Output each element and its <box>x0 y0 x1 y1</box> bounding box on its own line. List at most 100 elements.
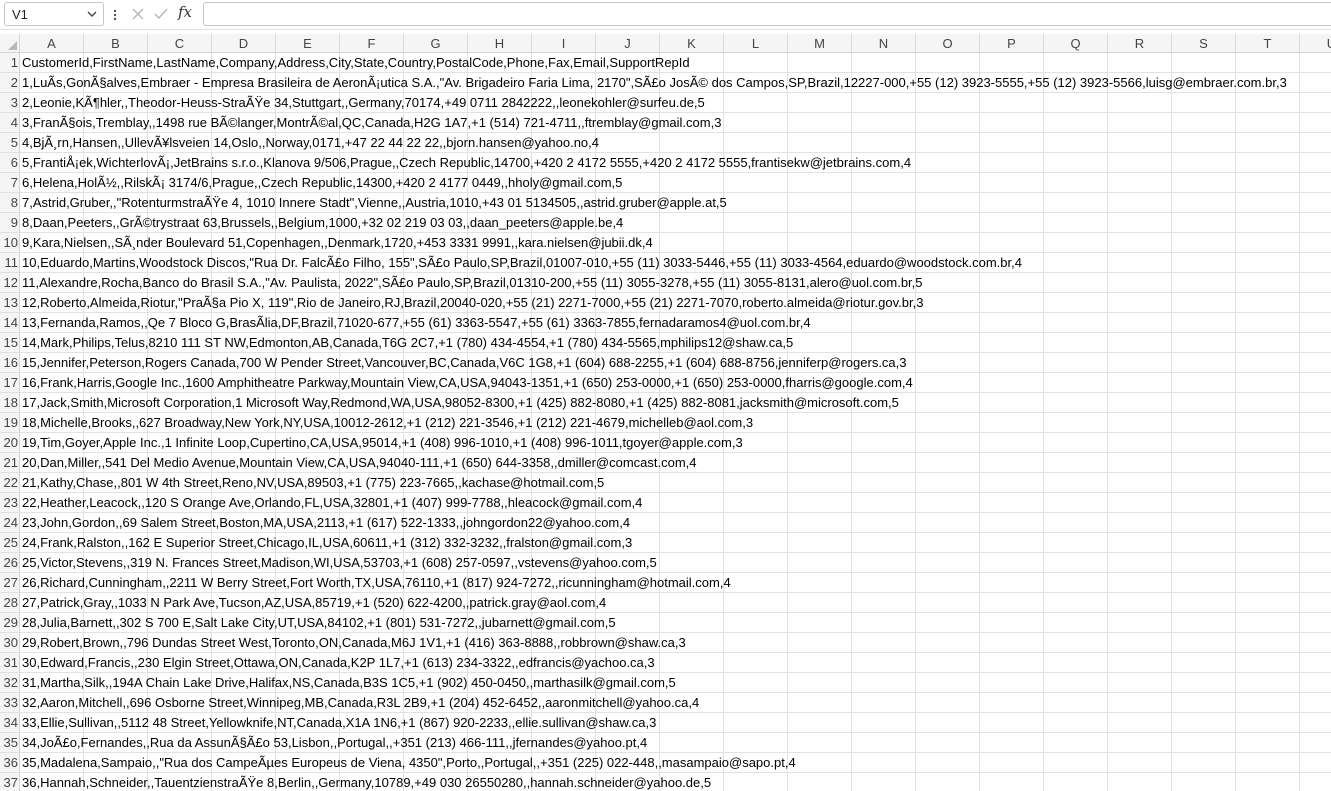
cell-a-row[interactable]: 19,Tim,Goyer,Apple Inc.,1 Infinite Loop,… <box>20 433 743 453</box>
row-header[interactable]: 28 <box>0 593 20 613</box>
row-header[interactable]: 14 <box>0 313 20 333</box>
cell-a-row[interactable]: 14,Mark,Philips,Telus,8210 111 ST NW,Edm… <box>20 333 793 353</box>
column-header-d[interactable]: D <box>212 34 276 53</box>
cell-a-row[interactable]: 18,Michelle,Brooks,,627 Broadway,New Yor… <box>20 413 753 433</box>
cell-a-row[interactable]: 31,Martha,Silk,,194A Chain Lake Drive,Ha… <box>20 673 676 693</box>
column-header-n[interactable]: N <box>852 34 916 53</box>
column-header-g[interactable]: G <box>404 34 468 53</box>
row-header[interactable]: 30 <box>0 633 20 653</box>
cell-a-row[interactable]: 20,Dan,Miller,,541 Del Medio Avenue,Moun… <box>20 453 697 473</box>
cell-a-row[interactable]: 13,Fernanda,Ramos,,Qe 7 Bloco G,BrasÃ­li… <box>20 313 811 333</box>
row-header[interactable]: 20 <box>0 433 20 453</box>
cell-a-row[interactable]: 3,FranÃ§ois,Tremblay,,1498 rue BÃ©langer… <box>20 113 721 133</box>
row-header[interactable]: 22 <box>0 473 20 493</box>
cell-a-row[interactable]: 7,Astrid,Gruber,,"RotenturmstraÃŸe 4, 10… <box>20 193 727 213</box>
row-header[interactable]: 32 <box>0 673 20 693</box>
cell-a-row[interactable]: 11,Alexandre,Rocha,Banco do Brasil S.A.,… <box>20 273 923 293</box>
row-header[interactable]: 4 <box>0 113 20 133</box>
cell-a-row[interactable]: 16,Frank,Harris,Google Inc.,1600 Amphith… <box>20 373 913 393</box>
chevron-down-icon[interactable] <box>85 7 99 21</box>
row-header[interactable]: 29 <box>0 613 20 633</box>
row-header[interactable]: 2 <box>0 73 20 93</box>
column-header-k[interactable]: K <box>660 34 724 53</box>
row-header[interactable]: 1 <box>0 53 20 73</box>
cell-a-row[interactable]: 27,Patrick,Gray,,1033 N Park Ave,Tucson,… <box>20 593 606 613</box>
cell-a-row[interactable]: 25,Victor,Stevens,,319 N. Frances Street… <box>20 553 657 573</box>
cell-a-row[interactable]: 36,Hannah,Schneider,,TauentzienstraÃŸe 8… <box>20 773 711 791</box>
row-header[interactable]: 24 <box>0 513 20 533</box>
column-header-a[interactable]: A <box>20 34 84 53</box>
cell-a-row[interactable]: 32,Aaron,Mitchell,,696 Osborne Street,Wi… <box>20 693 699 713</box>
cell-a-row[interactable]: 17,Jack,Smith,Microsoft Corporation,1 Mi… <box>20 393 899 413</box>
row-header[interactable]: 36 <box>0 753 20 773</box>
select-all-button[interactable] <box>0 34 20 53</box>
column-header-u[interactable]: U <box>1300 34 1331 53</box>
cell-a-row[interactable]: 22,Heather,Leacock,,120 S Orange Ave,Orl… <box>20 493 642 513</box>
cell-a-row[interactable]: 1,LuÃ­s,GonÃ§alves,Embraer - Empresa Bra… <box>20 73 1287 93</box>
row-header[interactable]: 27 <box>0 573 20 593</box>
cell-a-row[interactable]: 2,Leonie,KÃ¶hler,,Theodor-Heuss-StraÃŸe … <box>20 93 705 113</box>
column-header-o[interactable]: O <box>916 34 980 53</box>
cell-a-row[interactable]: CustomerId,FirstName,LastName,Company,Ad… <box>20 53 690 73</box>
column-header-p[interactable]: P <box>980 34 1044 53</box>
row-header[interactable]: 11 <box>0 253 20 273</box>
cell-a-row[interactable]: 15,Jennifer,Peterson,Rogers Canada,700 W… <box>20 353 907 373</box>
more-options-icon[interactable] <box>109 6 121 24</box>
column-header-q[interactable]: Q <box>1044 34 1108 53</box>
row-header[interactable]: 13 <box>0 293 20 313</box>
row-header[interactable]: 31 <box>0 653 20 673</box>
cell-a-row[interactable]: 10,Eduardo,Martins,Woodstock Discos,"Rua… <box>20 253 1022 273</box>
cell-a-row[interactable]: 26,Richard,Cunningham,,2211 W Berry Stre… <box>20 573 731 593</box>
row-header[interactable]: 8 <box>0 193 20 213</box>
row-header[interactable]: 19 <box>0 413 20 433</box>
cell-a-row[interactable]: 8,Daan,Peeters,,GrÃ©trystraat 63,Brussel… <box>20 213 623 233</box>
row-header[interactable]: 16 <box>0 353 20 373</box>
cell-a-row[interactable]: 6,Helena,HolÃ½,,RilskÃ¡ 3174/6,Prague,,C… <box>20 173 622 193</box>
formula-input[interactable] <box>203 2 1331 26</box>
column-header-b[interactable]: B <box>84 34 148 53</box>
row-header[interactable]: 37 <box>0 773 20 791</box>
column-header-h[interactable]: H <box>468 34 532 53</box>
cell-a-row[interactable]: 35,Madalena,Sampaio,,"Rua dos CampeÃµes … <box>20 753 796 773</box>
row-header[interactable]: 5 <box>0 133 20 153</box>
cell-a-row[interactable]: 23,John,Gordon,,69 Salem Street,Boston,M… <box>20 513 630 533</box>
cell-a-row[interactable]: 5,FrantiÅ¡ek,WichterlovÃ¡,JetBrains s.r.… <box>20 153 911 173</box>
cell-a-row[interactable]: 4,BjÃ¸rn,Hansen,,UllevÃ¥lsveien 14,Oslo,… <box>20 133 599 153</box>
column-header-i[interactable]: I <box>532 34 596 53</box>
row-header[interactable]: 33 <box>0 693 20 713</box>
row-header[interactable]: 15 <box>0 333 20 353</box>
column-header-s[interactable]: S <box>1172 34 1236 53</box>
column-header-l[interactable]: L <box>724 34 788 53</box>
insert-function-icon[interactable]: fx <box>178 3 192 21</box>
cancel-icon[interactable] <box>130 6 146 22</box>
column-header-r[interactable]: R <box>1108 34 1172 53</box>
row-header[interactable]: 17 <box>0 373 20 393</box>
row-header[interactable]: 3 <box>0 93 20 113</box>
row-header[interactable]: 34 <box>0 713 20 733</box>
cell-a-row[interactable]: 34,JoÃ£o,Fernandes,,Rua da AssunÃ§Ã£o 53… <box>20 733 647 753</box>
row-header[interactable]: 18 <box>0 393 20 413</box>
row-header[interactable]: 12 <box>0 273 20 293</box>
cell-a-row[interactable]: 28,Julia,Barnett,,302 S 700 E,Salt Lake … <box>20 613 616 633</box>
column-header-j[interactable]: J <box>596 34 660 53</box>
row-header[interactable]: 7 <box>0 173 20 193</box>
cell-a-row[interactable]: 29,Robert,Brown,,796 Dundas Street West,… <box>20 633 686 653</box>
cell-a-row[interactable]: 33,Ellie,Sullivan,,5112 48 Street,Yellow… <box>20 713 656 733</box>
name-box[interactable]: V1 <box>4 2 104 26</box>
column-header-e[interactable]: E <box>276 34 340 53</box>
cell-a-row[interactable]: 24,Frank,Ralston,,162 E Superior Street,… <box>20 533 632 553</box>
cell-a-row[interactable]: 9,Kara,Nielsen,,SÃ¸nder Boulevard 51,Cop… <box>20 233 653 253</box>
column-header-f[interactable]: F <box>340 34 404 53</box>
column-header-t[interactable]: T <box>1236 34 1300 53</box>
cell-a-row[interactable]: 21,Kathy,Chase,,801 W 4th Street,Reno,NV… <box>20 473 604 493</box>
row-header[interactable]: 26 <box>0 553 20 573</box>
cell-a-row[interactable]: 12,Roberto,Almeida,Riotur,"PraÃ§a Pio X,… <box>20 293 923 313</box>
row-header[interactable]: 23 <box>0 493 20 513</box>
cells-area[interactable]: CustomerId,FirstName,LastName,Company,Ad… <box>20 53 1331 791</box>
row-header[interactable]: 35 <box>0 733 20 753</box>
column-header-m[interactable]: M <box>788 34 852 53</box>
row-header[interactable]: 10 <box>0 233 20 253</box>
enter-check-icon[interactable] <box>153 6 169 22</box>
row-header[interactable]: 21 <box>0 453 20 473</box>
row-header[interactable]: 9 <box>0 213 20 233</box>
